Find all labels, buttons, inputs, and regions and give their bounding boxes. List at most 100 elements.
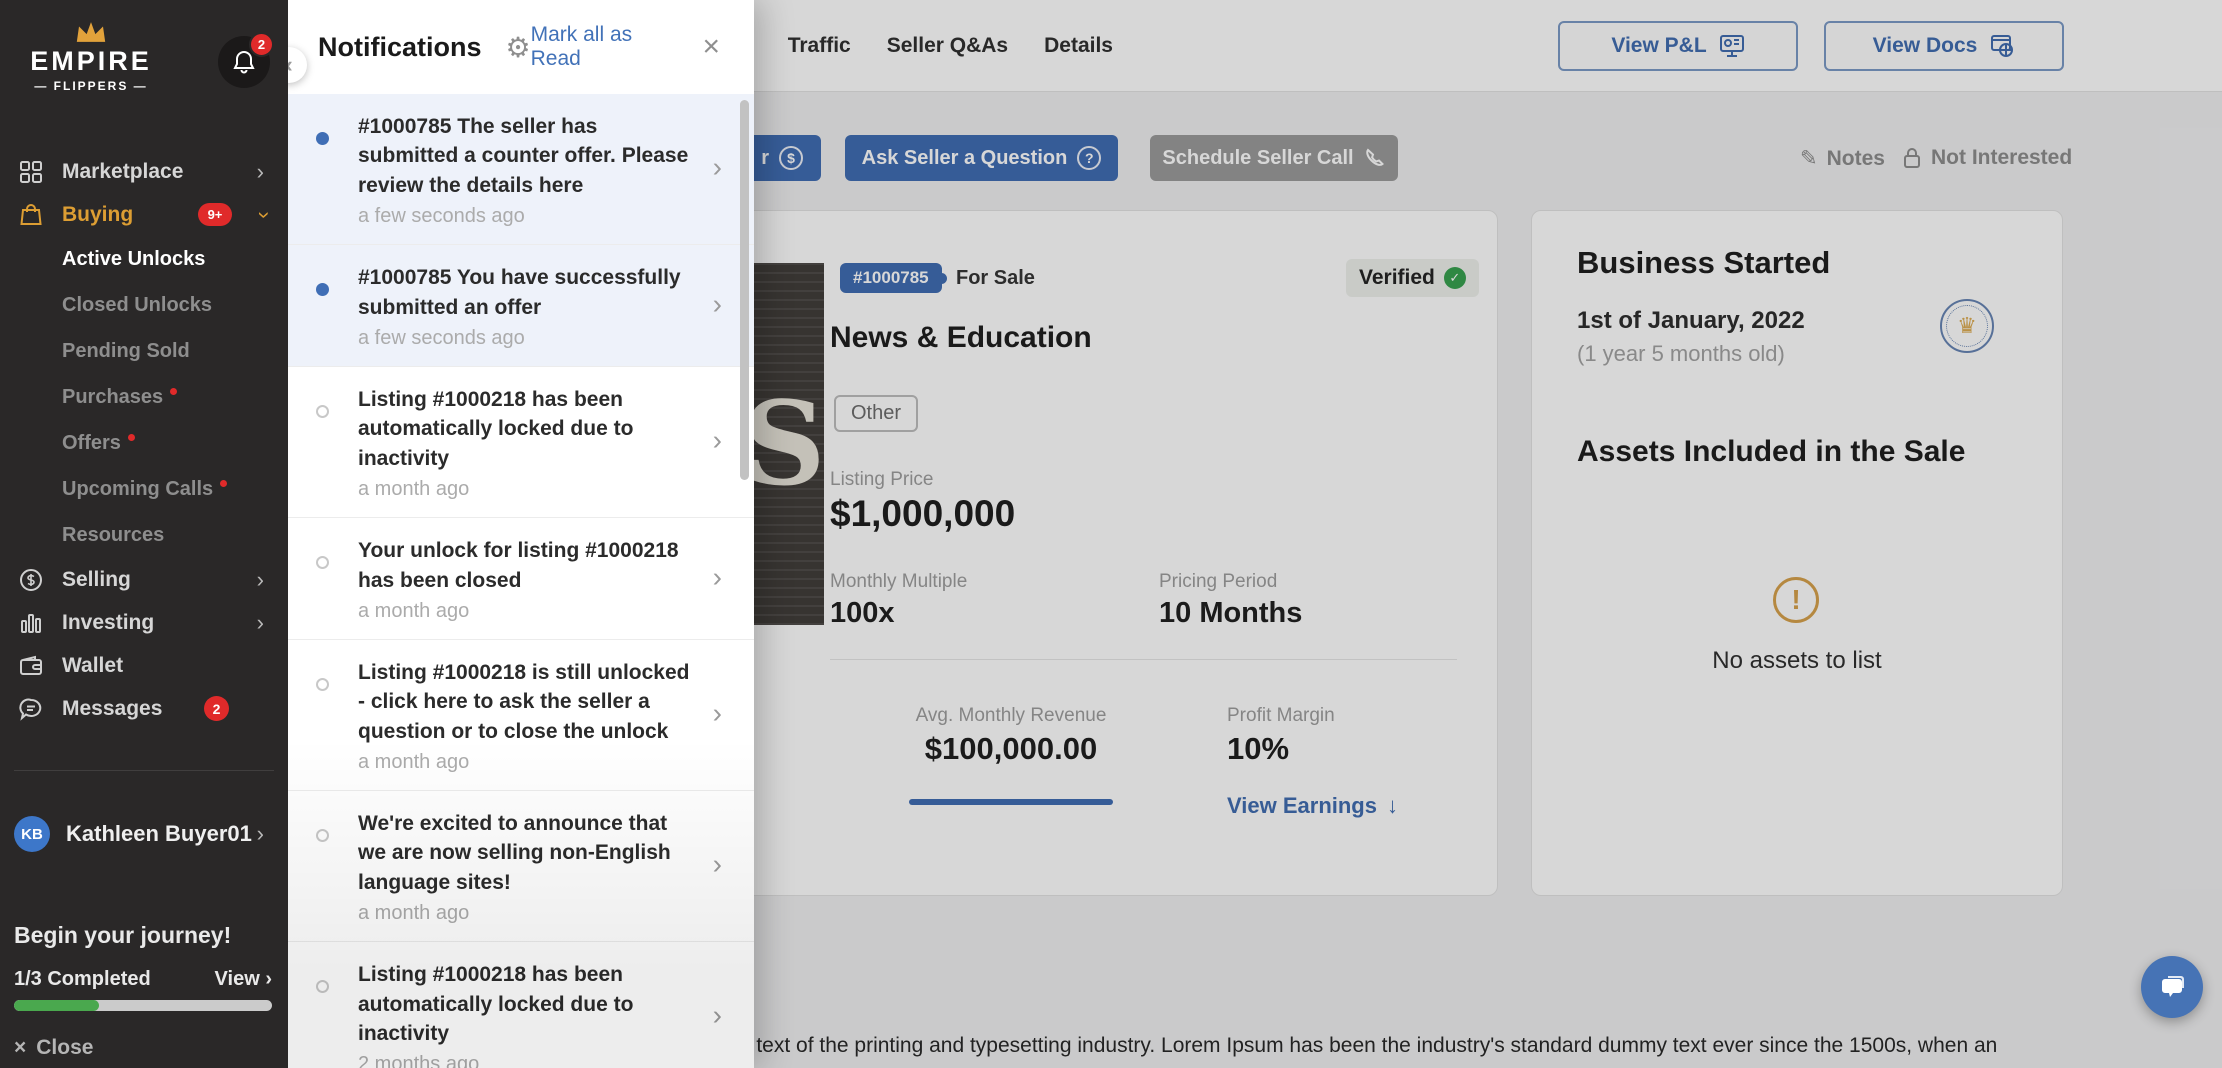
journey-view-label: View	[215, 968, 260, 990]
sub-item-label: Active Unlocks	[62, 248, 205, 271]
grid-icon	[18, 160, 44, 184]
chevron-right-icon: ›	[713, 288, 722, 320]
notifications-panel: ‹ Notifications ⚙ Mark all as Read × #10…	[288, 0, 754, 1068]
journey-view-link[interactable]: View ›	[215, 968, 272, 991]
sidebar-item-selling[interactable]: Selling ›	[0, 558, 288, 601]
sidebar-item-offers[interactable]: Offers	[0, 420, 288, 466]
sidebar: EMPIRE — FLIPPERS — 2 Marketplace › Buyi…	[0, 0, 288, 1068]
sidebar-item-label: Marketplace	[62, 160, 183, 184]
sub-item-label: Closed Unlocks	[62, 294, 212, 317]
chevron-right-icon: ›	[257, 610, 264, 636]
chevron-right-icon: ›	[257, 821, 264, 847]
chevron-down-icon: ›	[251, 211, 277, 218]
logo-text-bottom: — FLIPPERS —	[16, 79, 166, 93]
notification-text: Listing #1000218 has been automatically …	[358, 385, 700, 473]
read-dot-icon	[316, 829, 329, 842]
read-dot-icon	[316, 556, 329, 569]
notification-item[interactable]: Listing #1000218 has been automatically …	[288, 942, 754, 1068]
sidebar-item-label: Wallet	[62, 654, 123, 678]
notification-text: Listing #1000218 is still unlocked - cli…	[358, 658, 700, 746]
alert-dot-icon	[128, 434, 135, 441]
chevron-right-icon: ›	[713, 697, 722, 729]
dollar-circle-icon	[18, 568, 44, 592]
sidebar-item-closed-unlocks[interactable]: Closed Unlocks	[0, 282, 288, 328]
journey-close-label: Close	[36, 1036, 93, 1060]
notification-text: #1000785 You have successfully submitted…	[358, 263, 700, 322]
sidebar-item-label: Selling	[62, 568, 131, 592]
notifications-title: Notifications	[318, 32, 482, 63]
sidebar-item-buying[interactable]: Buying 9+ ›	[0, 193, 288, 236]
wallet-icon	[18, 655, 44, 677]
sidebar-item-messages[interactable]: Messages 2	[0, 687, 288, 730]
notification-item[interactable]: #1000785 You have successfully submitted…	[288, 245, 754, 367]
notification-time: a month ago	[358, 478, 698, 501]
shopping-bag-icon	[18, 203, 44, 227]
journey-close-button[interactable]: × Close	[14, 1036, 93, 1060]
chat-bubbles-icon	[2157, 973, 2187, 1001]
journey-progress-bar	[14, 1000, 272, 1011]
sub-item-label: Offers	[62, 432, 121, 455]
bell-badge: 2	[249, 32, 274, 57]
bar-chart-icon	[18, 611, 44, 635]
app-root: s Traffic Seller Q&As Details View P&L V…	[0, 0, 2222, 1068]
gear-icon[interactable]: ⚙	[506, 31, 531, 64]
sidebar-item-purchases[interactable]: Purchases	[0, 374, 288, 420]
sidebar-item-pending-sold[interactable]: Pending Sold	[0, 328, 288, 374]
chevron-right-icon: ›	[713, 561, 722, 593]
journey-progress-label: 1/3 Completed	[14, 968, 151, 991]
sub-item-label: Upcoming Calls	[62, 478, 213, 501]
notification-item[interactable]: We're excited to announce that we are no…	[288, 791, 754, 942]
panel-scrollbar[interactable]	[740, 100, 749, 480]
chat-widget-button[interactable]	[2141, 956, 2203, 1018]
unread-dot-icon	[316, 283, 329, 296]
notifications-header: Notifications ⚙ Mark all as Read ×	[288, 0, 754, 94]
journey-title: Begin your journey!	[14, 922, 231, 949]
sidebar-item-active-unlocks[interactable]: Active Unlocks	[0, 236, 288, 282]
sidebar-item-resources[interactable]: Resources	[0, 512, 288, 558]
close-icon[interactable]: ×	[702, 32, 720, 62]
read-dot-icon	[316, 405, 329, 418]
sub-item-label: Pending Sold	[62, 340, 190, 363]
chevron-right-icon: ›	[265, 968, 272, 990]
notification-text: #1000785 The seller has submitted a coun…	[358, 112, 700, 200]
notification-item[interactable]: Listing #1000218 has been automatically …	[288, 367, 754, 518]
chevron-right-icon: ›	[713, 151, 722, 183]
notification-time: a few seconds ago	[358, 205, 698, 228]
sidebar-item-label: Messages	[62, 697, 162, 721]
sidebar-item-investing[interactable]: Investing ›	[0, 601, 288, 644]
notification-text: Listing #1000218 has been automatically …	[358, 960, 700, 1048]
alert-dot-icon	[220, 480, 227, 487]
mark-all-read-link[interactable]: Mark all as Read	[531, 23, 679, 71]
empire-flippers-logo[interactable]: EMPIRE — FLIPPERS —	[16, 20, 166, 93]
logo-text-top: EMPIRE	[16, 46, 166, 77]
notifications-bell-button[interactable]: 2	[218, 36, 270, 88]
sidebar-item-marketplace[interactable]: Marketplace ›	[0, 150, 288, 193]
notification-time: a month ago	[358, 751, 698, 774]
sidebar-item-wallet[interactable]: Wallet	[0, 644, 288, 687]
notification-item[interactable]: Listing #1000218 is still unlocked - cli…	[288, 640, 754, 791]
read-dot-icon	[316, 980, 329, 993]
sidebar-item-upcoming-calls[interactable]: Upcoming Calls	[0, 466, 288, 512]
avatar: KB	[14, 816, 50, 852]
notification-item[interactable]: Your unlock for listing #1000218 has bee…	[288, 518, 754, 640]
crown-logo-icon	[71, 20, 111, 44]
messages-badge: 2	[204, 696, 229, 721]
read-dot-icon	[316, 678, 329, 691]
alert-dot-icon	[170, 388, 177, 395]
sidebar-item-label: Buying	[62, 203, 133, 227]
journey-progress-fill	[14, 1000, 99, 1011]
notification-item[interactable]: #1000785 The seller has submitted a coun…	[288, 94, 754, 245]
sidebar-divider	[14, 770, 274, 771]
journey-progress-row: 1/3 Completed View ›	[14, 968, 272, 991]
sub-item-label: Purchases	[62, 386, 163, 409]
chevron-right-icon: ›	[713, 1000, 722, 1032]
notification-time: a month ago	[358, 902, 698, 925]
notification-text: We're excited to announce that we are no…	[358, 809, 700, 897]
chevron-right-icon: ›	[257, 567, 264, 593]
buying-badge: 9+	[198, 203, 232, 226]
user-menu[interactable]: KB Kathleen Buyer01 ›	[0, 808, 288, 860]
chevron-right-icon: ›	[257, 159, 264, 185]
close-icon: ×	[14, 1036, 26, 1060]
notification-text: Your unlock for listing #1000218 has bee…	[358, 536, 700, 595]
sub-item-label: Resources	[62, 524, 164, 547]
